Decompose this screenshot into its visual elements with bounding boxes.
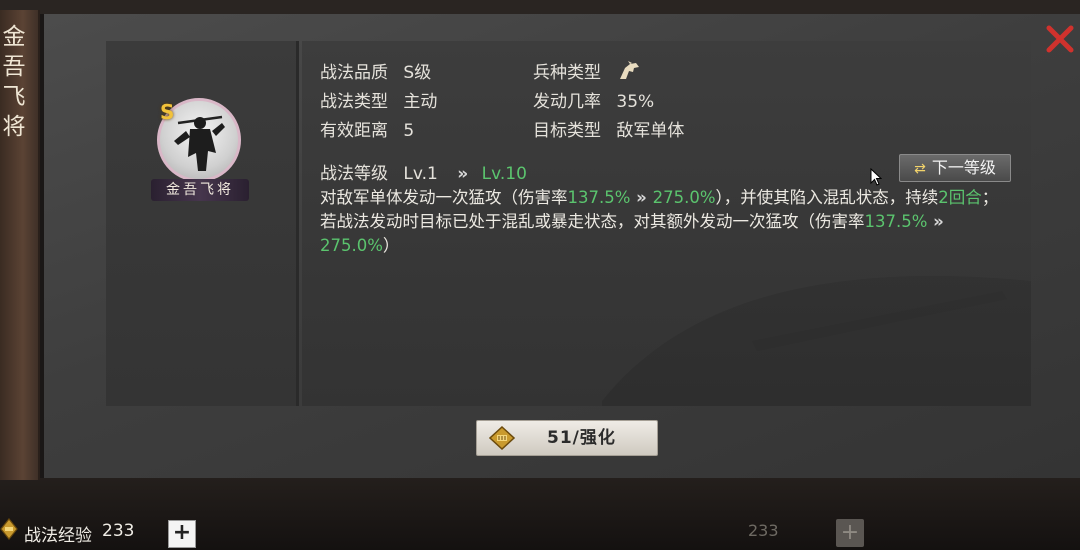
skill-description: 对敌军单体发动一次猛攻（伤害率137.5% » 275.0%），并使其陷入混乱状…: [320, 186, 1010, 258]
skill-book-icon: [489, 426, 515, 450]
portrait-box: [106, 41, 299, 406]
type-row: 战法类型 主动: [320, 87, 437, 112]
upgrade-button[interactable]: 51/强化: [476, 420, 658, 456]
close-icon[interactable]: [1043, 22, 1077, 56]
background-currency-value: 233: [748, 521, 779, 540]
range-label: 有效距离: [320, 121, 388, 141]
level-arrow-icon: »: [457, 164, 469, 184]
desc-value-3: 2回合: [938, 188, 982, 207]
level-max: Lv.10: [481, 164, 527, 184]
add-exp-button[interactable]: +: [168, 520, 196, 548]
level-row: 战法等级 Lv.1 » Lv.10: [320, 159, 527, 184]
desc-text-4: ）: [382, 236, 400, 255]
target-label: 目标类型: [533, 121, 601, 141]
skill-exp-icon: [0, 518, 18, 540]
top-background: [0, 0, 1080, 14]
type-label: 战法类型: [320, 92, 388, 112]
grade-badge: S: [160, 100, 175, 124]
swap-arrows-icon: ⇄: [914, 161, 926, 177]
level-current: Lv.1: [403, 164, 438, 184]
desc-value-4: 137.5%: [864, 212, 928, 231]
desc-text-1: 对敌军单体发动一次猛攻（伤害率: [320, 188, 568, 207]
mouse-cursor-icon: [870, 168, 882, 186]
desc-value-2: 275.0%: [652, 188, 716, 207]
level-label: 战法等级: [320, 164, 388, 184]
desc-arrow-icon: »: [630, 188, 653, 207]
desc-arrow-icon: »: [927, 212, 944, 231]
skill-name-plate: 金吾飞将: [151, 179, 249, 201]
exp-value: 233: [102, 521, 135, 541]
target-value: 敌军单体: [616, 121, 685, 141]
quality-value: S级: [403, 63, 432, 83]
cavalry-horse-icon: [620, 61, 640, 79]
next-level-label: 下一等级: [931, 158, 996, 177]
type-value: 主动: [403, 92, 438, 112]
rate-label: 发动几率: [533, 92, 601, 112]
rate-value: 35%: [616, 92, 655, 112]
target-row: 目标类型 敌军单体: [533, 116, 684, 141]
quality-label: 战法品质: [320, 63, 388, 83]
desc-text-2: ），并使其陷入混乱状态，持续: [715, 188, 939, 207]
side-title: 金吾飞将: [2, 24, 26, 140]
range-value: 5: [403, 121, 415, 141]
troop-row: 兵种类型: [533, 58, 642, 83]
exp-label: 战法经验: [24, 526, 92, 546]
range-row: 有效距离 5: [320, 116, 414, 141]
next-level-button[interactable]: ⇄ 下一等级: [899, 154, 1011, 182]
upgrade-label: 51/强化: [547, 428, 616, 448]
desc-value-1: 137.5%: [567, 188, 631, 207]
rate-row: 发动几率 35%: [533, 87, 654, 112]
background-plus-button: +: [836, 519, 864, 547]
troop-label: 兵种类型: [533, 63, 601, 83]
desc-value-5: 275.0%: [320, 236, 383, 255]
quality-row: 战法品质 S级: [320, 58, 431, 83]
bottom-bar: [0, 478, 1080, 550]
